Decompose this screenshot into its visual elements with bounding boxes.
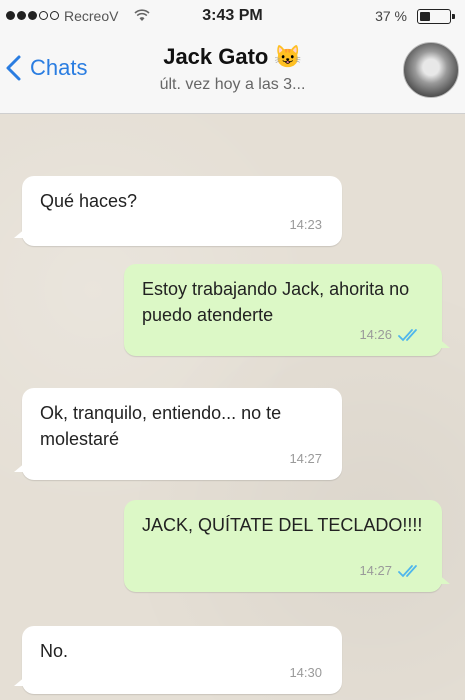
battery-percentage: 37 % <box>375 8 407 24</box>
battery-icon <box>417 9 455 24</box>
message-text: Ok, tranquilo, entiendo... no te molesta… <box>40 403 282 449</box>
avatar[interactable] <box>403 42 459 98</box>
double-check-read-icon <box>398 565 417 578</box>
message-list: Qué haces? 14:23 Estoy trabajando Jack, … <box>0 114 465 700</box>
message-time: 14:30 <box>289 665 322 680</box>
message-time: 14:26 <box>359 327 392 342</box>
status-bar: RecreoV 3:43 PM 37 % <box>0 0 465 34</box>
battery-fill <box>420 12 430 21</box>
message-bubble-incoming[interactable]: Ok, tranquilo, entiendo... no te molesta… <box>14 388 342 480</box>
message-time: 14:27 <box>359 563 392 578</box>
double-check-read-icon <box>398 329 417 342</box>
chevron-left-icon <box>6 55 21 81</box>
message-bubble-incoming[interactable]: No. 14:30 <box>14 626 342 694</box>
back-button-label: Chats <box>30 55 88 80</box>
message-text: No. <box>40 641 69 661</box>
contact-last-seen: últ. vez hoy a las 3... <box>159 76 306 93</box>
message-bubble-outgoing[interactable]: JACK, QUÍTATE DEL TECLADO!!!! 14:27 <box>124 500 450 592</box>
cat-face-icon: 😺 <box>274 44 302 69</box>
message-time: 14:23 <box>289 217 322 232</box>
back-button[interactable]: Chats <box>4 50 87 86</box>
message-text: Estoy trabajando Jack, ahorita no puedo … <box>142 279 410 325</box>
contact-name: Jack Gato <box>163 44 269 69</box>
contact-info[interactable]: Jack Gato 😺 últ. vez hoy a las 3... <box>110 44 355 94</box>
message-text: Qué haces? <box>40 191 138 211</box>
message-time: 14:27 <box>289 451 322 466</box>
message-bubble-incoming[interactable]: Qué haces? 14:23 <box>14 176 342 246</box>
message-bubble-outgoing[interactable]: Estoy trabajando Jack, ahorita no puedo … <box>124 264 450 356</box>
message-text: JACK, QUÍTATE DEL TECLADO!!!! <box>142 515 423 535</box>
chat-header: Chats Jack Gato 😺 últ. vez hoy a las 3..… <box>0 34 465 114</box>
